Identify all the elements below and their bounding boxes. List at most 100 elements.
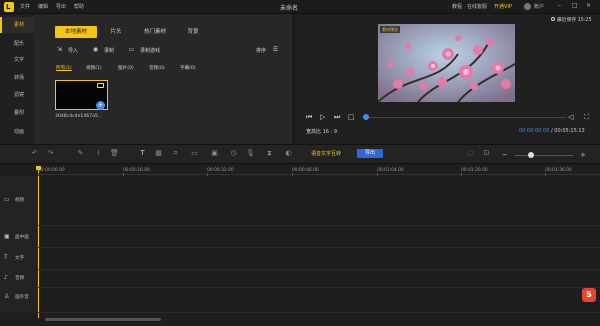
track-label: 画外音 [15, 295, 29, 300]
nav-item[interactable]: 文字 [0, 52, 34, 68]
menu-edit[interactable]: 编辑 [38, 3, 48, 10]
screen-record-icon[interactable]: ▭ [128, 46, 135, 53]
app-window: L 文件 编辑 导出 帮助 未命名 教程 在线客服 开通VIP 账户 – □ ×… [0, 0, 600, 326]
export-button[interactable]: 导出 [357, 149, 383, 158]
pip-icon[interactable]: ▣ [210, 149, 219, 158]
filter-audio[interactable]: 音频(0) [149, 65, 165, 71]
mosaic-icon[interactable]: ▦ [154, 149, 163, 158]
zoom-knob[interactable] [528, 152, 534, 158]
total-time: 00:05:15.13 [554, 128, 585, 134]
current-time: 00:00:00.00 [519, 128, 550, 134]
record-icon[interactable]: ◉ [92, 46, 99, 53]
avatar[interactable] [524, 3, 531, 10]
zoom-in-icon[interactable]: + [580, 151, 586, 159]
track-label: 文字 [15, 256, 25, 261]
ruler-tick-label: 00:01:04.00 [377, 168, 404, 173]
next-frame-icon[interactable]: ⏭ [334, 113, 340, 122]
ruler-tick-label: 00:00:32.00 [207, 168, 234, 173]
track-icon: ▣ [4, 233, 10, 240]
aspect-ratio-label[interactable]: 宽高比 16 : 9 [306, 128, 337, 135]
nav-item[interactable]: 滤镜 [0, 87, 34, 103]
split-icon[interactable]: ⌇ [94, 149, 103, 158]
nav-item[interactable]: 转场 [0, 70, 34, 86]
fit-icon[interactable]: ⊡ [482, 149, 491, 158]
mic-icon[interactable]: 🎙 [246, 149, 255, 158]
filter-all[interactable]: 所有(1) [56, 65, 72, 71]
filter-video[interactable]: 视频(1) [86, 65, 102, 71]
app-logo: L [4, 2, 14, 12]
track-label: 视频 [15, 198, 25, 203]
online-service-link[interactable]: 在线客服 [467, 3, 487, 10]
track-lock-icon[interactable]: ⋮ [33, 253, 36, 257]
clip-name: 3048c4c4e1467a5... [55, 114, 103, 119]
delete-icon[interactable]: 🗑 [110, 149, 119, 158]
screen-record-label[interactable]: 录制游戏 [140, 47, 160, 54]
window-title: 未命名 [280, 5, 299, 12]
text-icon[interactable]: T [138, 149, 147, 158]
redo-icon[interactable]: ↷ [46, 149, 55, 158]
ruler-tick-label: 00:00:16.00 [123, 168, 150, 173]
import-icon[interactable]: ⇲ [56, 46, 63, 53]
tab-background[interactable]: 背景 [178, 26, 208, 38]
minimize-icon[interactable]: – [558, 2, 561, 9]
speed-icon[interactable]: ◷ [229, 149, 238, 158]
menu-export[interactable]: 导出 [56, 3, 66, 10]
crop-icon[interactable]: ⌗ [171, 149, 180, 158]
tab-local-media[interactable]: 本地素材 [55, 26, 97, 38]
vip-link[interactable]: 开通VIP [494, 3, 512, 10]
track-lock-icon[interactable]: ⋮ [33, 292, 36, 296]
fullscreen-icon[interactable]: ⛶ [584, 113, 589, 122]
filter-subtitle[interactable]: 字幕(0) [180, 65, 196, 71]
add-to-timeline-icon[interactable]: + [96, 101, 105, 110]
play-icon[interactable]: ▷ [320, 113, 325, 121]
track-icon: ▭ [4, 196, 10, 203]
import-label[interactable]: 导入 [68, 47, 78, 54]
timeline-scrollbar[interactable] [45, 318, 161, 321]
timeline-track[interactable] [0, 288, 600, 313]
pen-icon[interactable]: ✎ [76, 149, 85, 158]
track-icon: T [4, 254, 8, 261]
nav-item[interactable]: 素材 [0, 17, 34, 33]
film-icon [97, 83, 104, 88]
tab-hot-media[interactable]: 热门素材 [135, 26, 175, 38]
playback-progress[interactable] [366, 117, 566, 118]
record-label[interactable]: 录制 [104, 47, 114, 54]
account-link[interactable]: 账户 [534, 3, 544, 10]
volume-icon[interactable]: ◁ [568, 113, 573, 121]
screen-icon[interactable]: ▭ [190, 149, 199, 158]
speech-text-button[interactable]: 语音文字互转 [311, 150, 341, 157]
track-lock-icon[interactable]: ⋮ [33, 232, 36, 236]
blossom-picture [378, 24, 515, 102]
menu-help[interactable]: 帮助 [74, 3, 84, 10]
timeline-track[interactable] [0, 270, 600, 288]
filter-image[interactable]: 图片(0) [118, 65, 134, 71]
menu-file[interactable]: 文件 [20, 3, 30, 10]
nav-item[interactable]: 配乐 [0, 36, 34, 52]
freeze-icon[interactable]: ⧗ [265, 149, 274, 158]
zoom-out-icon[interactable]: − [502, 151, 508, 159]
prev-frame-icon[interactable]: ⏮ [306, 113, 312, 122]
edit-toolbar [0, 144, 600, 164]
close-icon[interactable]: × [586, 2, 591, 9]
paint-icon[interactable]: ◐ [284, 149, 293, 158]
stop-icon[interactable]: □ [348, 113, 355, 121]
preview-image [378, 24, 515, 102]
undo-icon[interactable]: ↶ [30, 149, 39, 158]
track-label: 音频 [15, 276, 25, 281]
nav-item[interactable]: 动画 [0, 124, 34, 140]
list-icon[interactable]: ☰ [272, 46, 279, 53]
tab-intro[interactable]: 片头 [100, 26, 132, 38]
track-lock-icon[interactable]: ⋮ [33, 195, 36, 199]
playback-knob[interactable] [363, 114, 369, 120]
snap-icon[interactable]: ◌ [466, 149, 475, 158]
timeline-track[interactable] [0, 176, 600, 226]
timeline-track[interactable] [0, 248, 600, 270]
maximize-icon[interactable]: □ [572, 2, 578, 9]
nav-item[interactable]: 叠附 [0, 105, 34, 121]
sort-label[interactable]: 排序 [256, 47, 266, 54]
track-lock-icon[interactable]: ⋮ [33, 273, 36, 277]
zoom-slider[interactable] [515, 155, 573, 156]
preview-badge: 素材预览 [380, 26, 400, 33]
timeline-track[interactable] [0, 226, 600, 248]
tutorial-link[interactable]: 教程 [452, 3, 462, 10]
